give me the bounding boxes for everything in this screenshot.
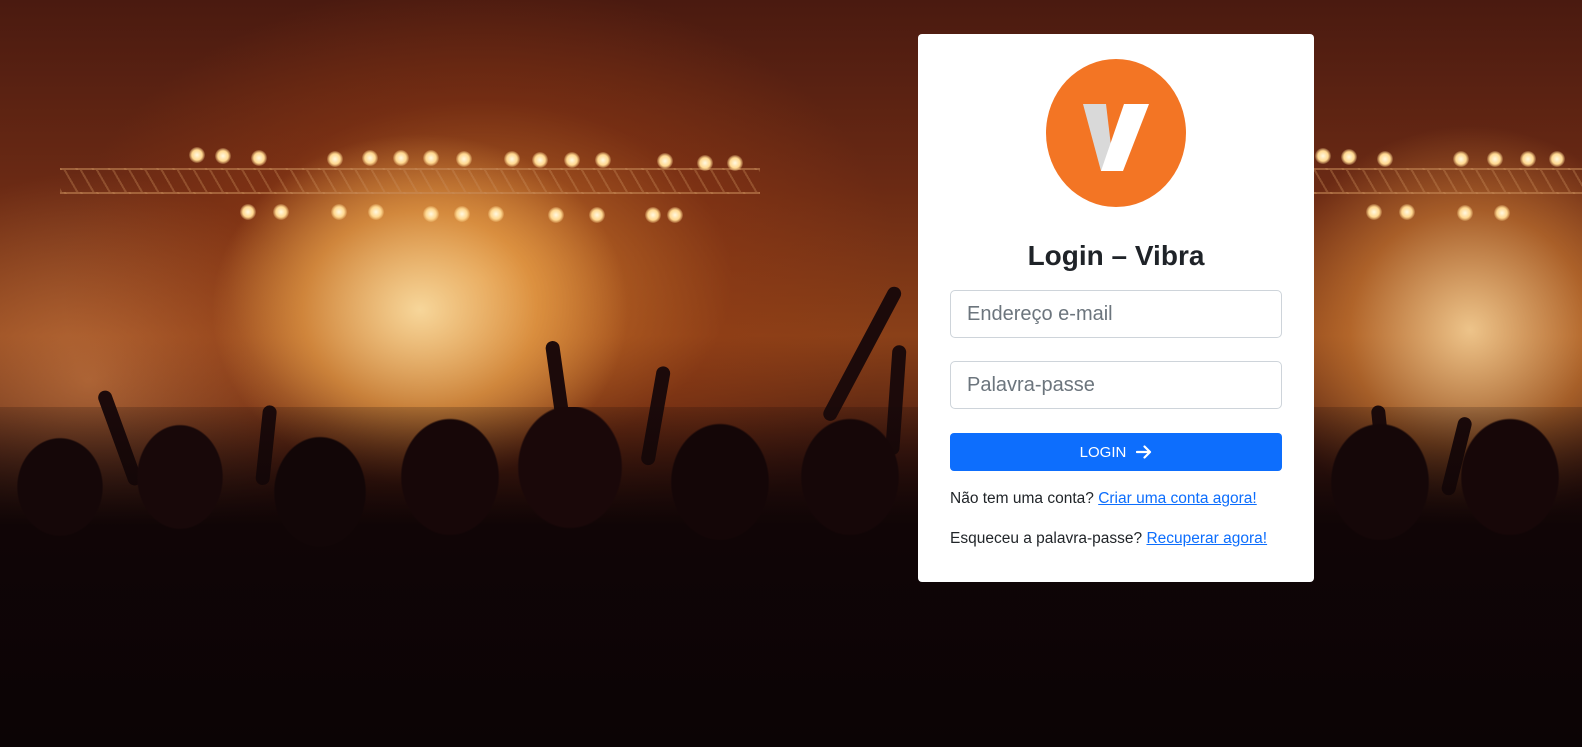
stage-light (1341, 149, 1357, 165)
concert-background-image (0, 0, 1582, 747)
stage-light (667, 207, 683, 223)
stage-light (1453, 151, 1469, 167)
stage-light (645, 207, 661, 223)
stage-light (1520, 151, 1536, 167)
stage-light (548, 207, 564, 223)
stage-light (564, 152, 580, 168)
stage-light (368, 204, 384, 220)
stage-light (456, 151, 472, 167)
recover-password-link[interactable]: Recuperar agora! (1146, 530, 1267, 547)
stage-light (589, 207, 605, 223)
stage-light (423, 150, 439, 166)
login-card: Login – Vibra LOGIN Não tem uma conta? C… (918, 34, 1314, 582)
stage-light (657, 153, 673, 169)
stage-light (454, 206, 470, 222)
signup-prompt: Não tem uma conta? (950, 490, 1094, 507)
stage-light (488, 206, 504, 222)
email-field[interactable] (950, 290, 1282, 338)
stage-light (362, 150, 378, 166)
stage-light (1549, 151, 1565, 167)
password-field[interactable] (950, 361, 1282, 409)
stage-light (1366, 204, 1382, 220)
page-title: Login – Vibra (1027, 240, 1205, 271)
stage-light (532, 152, 548, 168)
stage-light (273, 204, 289, 220)
stage-truss (60, 168, 760, 194)
stage-light (1377, 151, 1393, 167)
recover-prompt: Esqueceu a palavra-passe? (950, 530, 1143, 547)
create-account-link[interactable]: Criar uma conta agora! (1098, 490, 1257, 507)
stage-light (697, 155, 713, 171)
stage-light (331, 204, 347, 220)
stage-light (251, 150, 267, 166)
crowd-silhouette (0, 407, 1582, 747)
stage-light (189, 147, 205, 163)
arrow-right-icon (1136, 445, 1152, 459)
signup-line: Não tem uma conta? Criar uma conta agora… (950, 490, 1257, 508)
stage-light (215, 148, 231, 164)
stage-light (327, 151, 343, 167)
stage-light (1315, 148, 1331, 164)
stage-light (1494, 205, 1510, 221)
recover-line: Esqueceu a palavra-passe? Recuperar agor… (950, 530, 1267, 548)
stage-light (423, 206, 439, 222)
stage-light (504, 151, 520, 167)
stage-light (1457, 205, 1473, 221)
login-button-label: LOGIN (1079, 443, 1127, 461)
stage-light (1487, 151, 1503, 167)
stage-light (1399, 204, 1415, 220)
vibra-logo-icon (1046, 59, 1186, 207)
stage-light (595, 152, 611, 168)
stage-light (393, 150, 409, 166)
login-button[interactable]: LOGIN (950, 433, 1282, 471)
stage-light (240, 204, 256, 220)
stage-truss-right (1310, 168, 1582, 194)
stage-light (727, 155, 743, 171)
